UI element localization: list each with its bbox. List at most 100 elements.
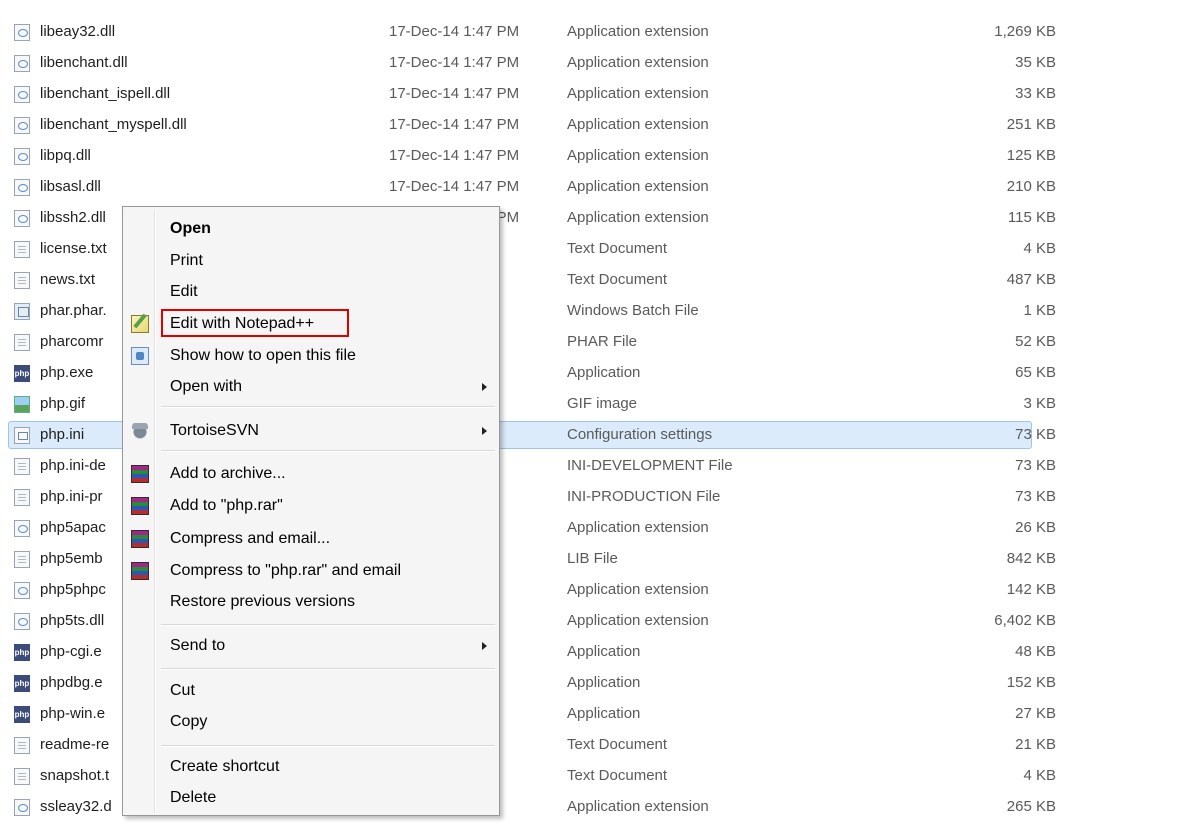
file-size: 1 KB [1023,302,1056,319]
file-row[interactable]: libenchant_ispell.dll 17-Dec-14 1:47 PM Ap… [0,79,1189,110]
file-size: 26 KB [1015,519,1056,536]
dll-file-icon [14,86,30,103]
file-type: Application extension [567,798,709,815]
menu-item-add-to-archive[interactable]: Add to archive... [123,460,499,488]
file-name: news.txt [40,271,96,288]
menu-item-tortoisesvn[interactable]: TortoiseSVN [123,417,499,445]
file-row[interactable]: libenchant_myspell.dll 17-Dec-14 1:47 PM A… [0,110,1189,141]
menu-item-print-label: Print [170,252,203,269]
menu-item-send-to-label: Send to [170,637,226,654]
generic-file-icon [14,458,30,475]
menu-separator [161,624,495,626]
file-size: 73 KB [1015,457,1056,474]
file-size: 4 KB [1023,767,1056,784]
file-type: PHAR File [567,333,638,350]
menu-item-delete[interactable]: Delete [123,784,499,812]
context-menu: Open Print Edit Edit with Notepad++ Show… [122,206,500,816]
submenu-arrow-icon [482,383,487,391]
menu-item-open-with[interactable]: Open with [123,373,499,401]
text-file-icon [14,241,30,258]
menu-item-show-how-to-open[interactable]: Show how to open this file [123,342,499,370]
file-name: php5apac [40,519,106,536]
menu-item-copy[interactable]: Copy [123,708,499,736]
menu-item-copy-label: Copy [170,713,208,730]
file-size: 4 KB [1023,240,1056,257]
file-type: Application extension [567,54,709,71]
menu-item-restore-previous-versions[interactable]: Restore previous versions [123,588,499,616]
submenu-arrow-icon [482,427,487,435]
generic-file-icon [14,334,30,351]
file-name: libenchant_myspell.dll [40,116,187,133]
menu-item-add-to-archive-label: Add to archive... [170,465,286,482]
generic-file-icon [14,551,30,568]
file-type: Text Document [567,736,668,753]
file-type: Application extension [567,23,709,40]
file-size: 73 KB [1015,488,1056,505]
menu-separator [161,406,495,408]
file-name: php.gif [40,395,86,412]
config-file-icon [14,427,30,444]
file-name: ssleay32.d [40,798,112,815]
file-size: 73 KB [1015,426,1056,443]
menu-item-delete-label: Delete [170,789,217,806]
file-type: Configuration settings [567,426,713,443]
file-size: 1,269 KB [994,23,1056,40]
menu-separator [161,745,495,747]
file-row[interactable]: libenchant.dll 17-Dec-14 1:47 PM Applicati… [0,48,1189,79]
file-name: php.ini [40,426,85,443]
file-name: php5ts.dll [40,612,105,629]
dll-file-icon [14,148,30,165]
file-row[interactable]: libpq.dll 17-Dec-14 1:47 PM Application ex… [0,141,1189,172]
menu-item-compress-to-rar-and-email[interactable]: Compress to "php.rar" and email [123,557,499,585]
file-size: 48 KB [1015,643,1056,660]
file-size: 487 KB [1006,271,1056,288]
menu-separator [161,668,495,670]
file-size: 27 KB [1015,705,1056,722]
menu-item-create-shortcut-label: Create shortcut [170,758,280,775]
menu-item-open[interactable]: Open [123,215,499,243]
menu-item-cut[interactable]: Cut [123,677,499,705]
file-name: libenchant_ispell.dll [40,85,171,102]
file-size: 115 KB [1007,209,1056,226]
file-name: libsasl.dll [40,178,101,195]
menu-item-edit[interactable]: Edit [123,278,499,306]
file-size: 21 KB [1015,736,1056,753]
file-row[interactable]: libsasl.dll 17-Dec-14 1:47 PM Application … [0,172,1189,203]
file-type: Application [567,364,641,381]
file-size: 265 KB [1006,798,1056,815]
menu-separator [161,450,495,452]
file-name: license.txt [40,240,107,257]
file-name: phpdbg.e [40,674,103,691]
file-name: libenchant.dll [40,54,128,71]
file-type: Windows Batch File [567,302,699,319]
file-size: 251 KB [1006,116,1056,133]
file-row[interactable]: libeay32.dll 17-Dec-14 1:47 PM Application… [0,17,1189,48]
file-size: 152 KB [1006,674,1056,691]
file-type: Text Document [567,767,668,784]
file-type: Application [567,705,641,722]
menu-item-open-label: Open [170,220,211,237]
file-name: php.ini-pr [40,488,103,505]
file-size: 52 KB [1015,333,1056,350]
file-date-modified: 17-Dec-14 1:47 PM [389,54,520,71]
file-size: 125 KB [1006,147,1056,164]
file-type: Application extension [567,85,709,102]
file-name: php.exe [40,364,94,381]
menu-item-create-shortcut[interactable]: Create shortcut [123,753,499,781]
menu-item-send-to[interactable]: Send to [123,632,499,660]
file-size: 35 KB [1015,54,1056,71]
dll-file-icon [14,210,30,227]
menu-item-add-to-php-rar-label: Add to "php.rar" [170,497,283,514]
menu-item-compress-and-email[interactable]: Compress and email... [123,525,499,553]
menu-item-edit-label: Edit [170,283,198,300]
dll-file-icon [14,582,30,599]
file-name: phar.phar. [40,302,107,319]
file-name: snapshot.t [40,767,110,784]
menu-item-add-to-php-rar[interactable]: Add to "php.rar" [123,492,499,520]
open-file-icon [131,347,149,365]
menu-item-print[interactable]: Print [123,247,499,275]
file-date-modified: 17-Dec-14 1:47 PM [389,116,520,133]
dll-file-icon [14,613,30,630]
file-date-modified: 17-Dec-14 1:47 PM [389,178,520,195]
file-type: Text Document [567,240,668,257]
